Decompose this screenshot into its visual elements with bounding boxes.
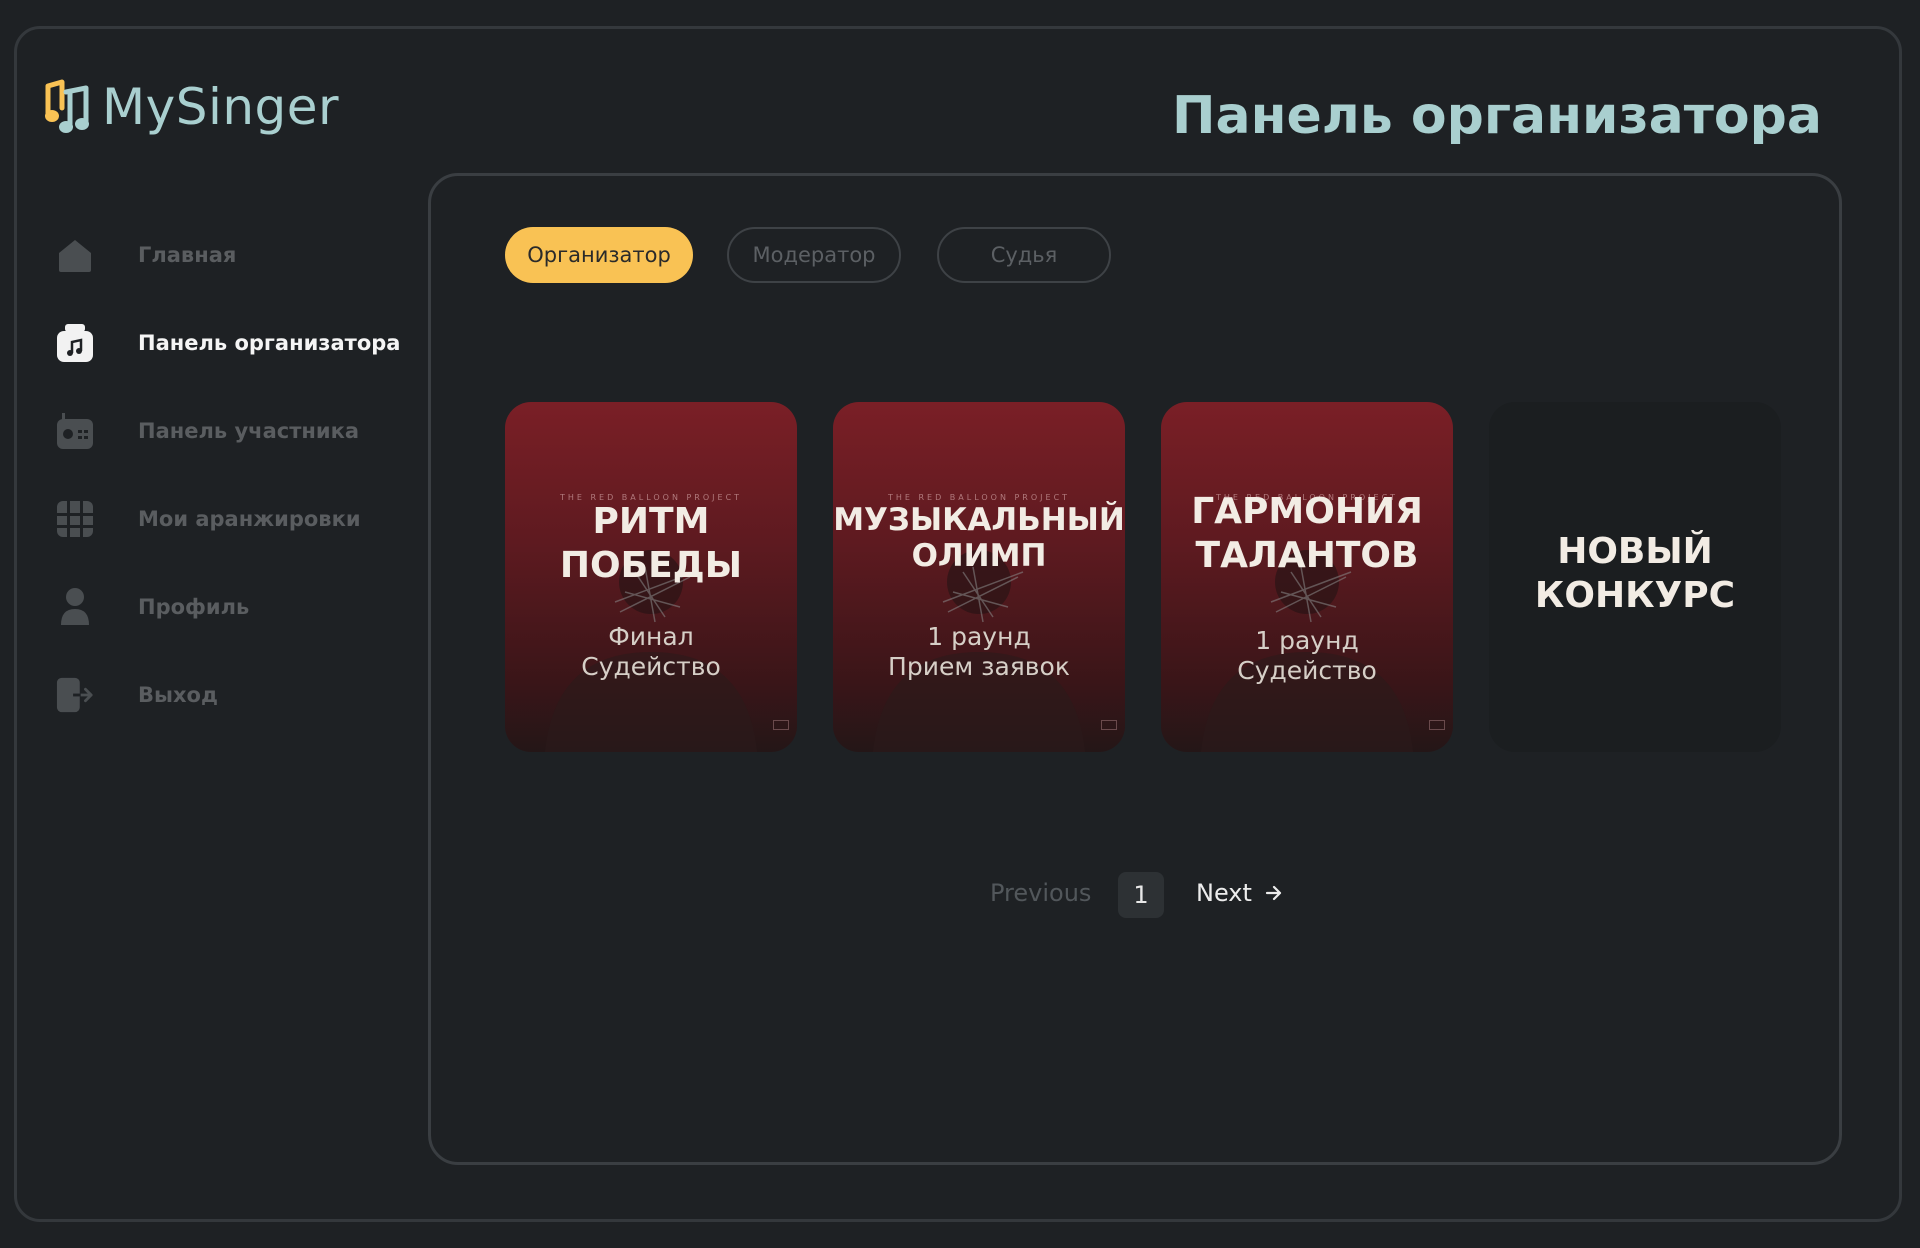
card-title-line: КОНКУРС (1534, 575, 1736, 616)
card-mark (1429, 720, 1445, 730)
logout-icon (56, 674, 94, 716)
sidebar-item-home[interactable]: Главная (56, 233, 236, 277)
music-note-icon (45, 79, 89, 133)
card-round: 1 раунд (927, 622, 1031, 651)
home-icon (56, 234, 94, 276)
singer-silhouette-icon (873, 550, 1085, 752)
sidebar-item-label: Мои аранжировки (138, 507, 361, 531)
sidebar-item-label: Главная (138, 243, 237, 267)
card-title-line: ГАРМОНИЯ (1191, 491, 1423, 532)
sidebar-item-participant[interactable]: Панель участника (56, 409, 359, 453)
previous-button[interactable]: Previous (990, 879, 1091, 907)
card-title-line: ТАЛАНТОВ (1195, 535, 1419, 576)
arrow-right-icon (1265, 885, 1282, 901)
tab-moderator[interactable]: Модератор (727, 227, 901, 283)
logo[interactable]: MySinger (42, 78, 339, 136)
card-status: Прием заявок (888, 652, 1070, 681)
logo-text: MySinger (102, 78, 340, 136)
card-title-line: РИТМ (592, 501, 710, 542)
radio-icon (56, 410, 94, 452)
sidebar-item-organizer[interactable]: Панель организатора (56, 321, 400, 365)
card-title-line: МУЗЫКАЛЬНЫЙ (833, 502, 1125, 538)
sidebar-item-label: Профиль (138, 595, 250, 619)
sidebar-item-profile[interactable]: Профиль (56, 585, 249, 629)
contest-card[interactable]: THE RED BALLOON PROJECT ГАРМОНИЯ ТАЛАНТО… (1161, 402, 1453, 752)
card-status: Судейство (1237, 656, 1377, 685)
user-icon (56, 586, 94, 628)
card-mark (1101, 720, 1117, 730)
sidebar-item-label: Панель участника (138, 419, 360, 443)
page-title: Панель организатора (1172, 86, 1822, 146)
grid-icon (56, 498, 94, 540)
sidebar-item-logout[interactable]: Выход (56, 673, 218, 717)
next-button[interactable]: Next (1196, 879, 1284, 907)
tab-organizer[interactable]: Организатор (505, 227, 693, 283)
contest-card[interactable]: THE RED BALLOON PROJECT РИТМ ПОБЕДЫ Фина… (505, 402, 797, 752)
new-contest-card[interactable]: НОВЫЙ КОНКУРС (1489, 402, 1781, 752)
card-round: Финал (608, 622, 694, 651)
sidebar-item-label: Панель организатора (138, 331, 401, 355)
card-mark (773, 720, 789, 730)
sidebar-item-label: Выход (138, 683, 218, 707)
tab-judge[interactable]: Судья (937, 227, 1111, 283)
organizer-icon (56, 322, 94, 364)
card-status: Судейство (581, 652, 721, 681)
card-round: 1 раунд (1255, 626, 1359, 655)
contest-card[interactable]: THE RED BALLOON PROJECT МУЗЫКАЛЬНЫЙ ОЛИМ… (833, 402, 1125, 752)
next-label: Next (1196, 879, 1252, 907)
page-number-button[interactable]: 1 (1118, 872, 1164, 918)
card-title-line: ПОБЕДЫ (559, 545, 743, 586)
card-title-line: ОЛИМП (911, 538, 1047, 574)
card-brand: THE RED BALLOON PROJECT (887, 493, 1071, 502)
card-title-line: НОВЫЙ (1557, 531, 1713, 572)
content-panel: Организатор Модератор Судья THE RED BALL… (428, 173, 1842, 1165)
sidebar-item-arrangements[interactable]: Мои аранжировки (56, 497, 361, 541)
